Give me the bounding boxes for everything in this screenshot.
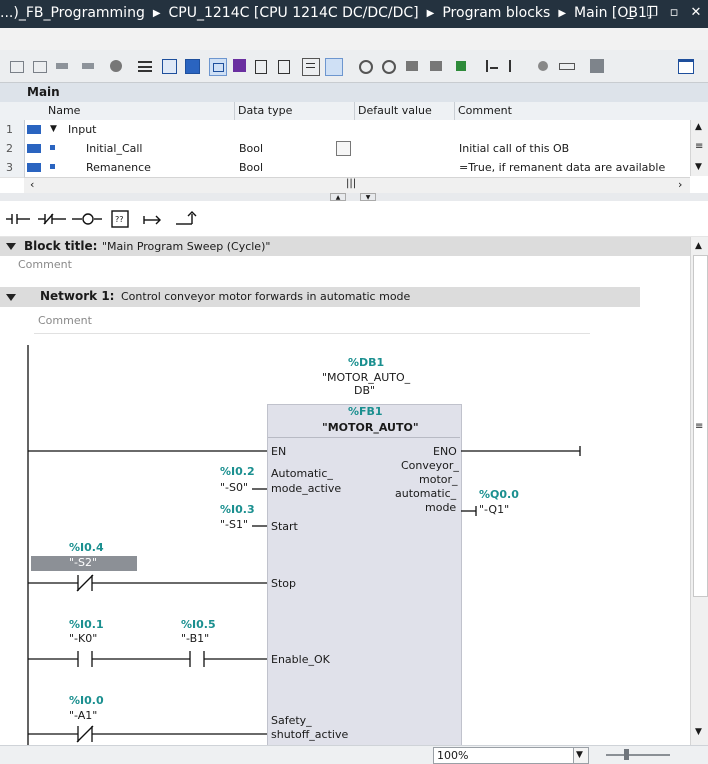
fb-name[interactable]: "MOTOR_AUTO" <box>322 421 419 434</box>
db-name-line1[interactable]: "MOTOR_AUTO_ <box>322 371 410 384</box>
pin-safety-line1: Safety_ <box>271 714 312 727</box>
operand-name[interactable]: "-S0" <box>220 481 248 494</box>
operand-name[interactable]: "-Q1" <box>479 503 509 516</box>
operand-address[interactable]: %I0.0 <box>69 694 104 707</box>
pin-safety-line2: shutoff_active <box>271 728 349 741</box>
pin-stop: Stop <box>271 577 297 590</box>
scroll-up-icon[interactable]: ▲ <box>695 241 702 251</box>
status-bar: 100% ▼ <box>0 745 708 764</box>
operand-address[interactable]: %I0.5 <box>181 618 216 631</box>
operand-name[interactable]: "-B1" <box>181 632 209 645</box>
fb-address: %FB1 <box>348 405 383 418</box>
db-address: %DB1 <box>348 356 385 369</box>
scroll-down-icon[interactable]: ▼ <box>695 727 702 737</box>
zoom-select[interactable]: 100% ▼ <box>433 747 589 764</box>
editor-vertical-scrollbar[interactable]: ▲ ≡ ▼ <box>690 237 708 745</box>
chevron-down-icon[interactable]: ▼ <box>573 748 588 763</box>
operand-name[interactable]: "-A1" <box>69 709 97 722</box>
contact-i04[interactable] <box>28 574 267 592</box>
operand-name[interactable]: "-S1" <box>220 518 248 531</box>
contact-i05[interactable] <box>189 651 267 667</box>
operand-address[interactable]: %I0.4 <box>69 541 104 554</box>
out-pin-line3: automatic_ <box>395 487 457 500</box>
fb-header-divider <box>268 437 460 438</box>
out-pin-line4: mode <box>425 501 457 514</box>
scroll-grip-icon[interactable]: ≡ <box>695 421 703 432</box>
pin-eno: ENO <box>433 445 457 458</box>
operand-address[interactable]: %I0.1 <box>69 618 104 631</box>
scroll-down-icon[interactable]: ▼ <box>695 162 702 172</box>
operand-address[interactable]: %Q0.0 <box>479 488 519 501</box>
pin-enable-ok: Enable_OK <box>271 653 330 666</box>
operand-name[interactable]: "-K0" <box>69 632 97 645</box>
out-pin-line1: Conveyor_ <box>401 459 459 472</box>
contact-i00[interactable] <box>28 725 267 743</box>
pin-en: EN <box>271 445 287 458</box>
zoom-value: 100% <box>437 749 469 762</box>
contact-i01[interactable] <box>28 651 190 667</box>
db-name-line2[interactable]: DB" <box>354 384 375 397</box>
zoom-slider-handle[interactable] <box>624 749 629 760</box>
scroll-thumb-icon[interactable]: ≡ <box>695 141 703 152</box>
pin-automatic-line1: Automatic_ <box>271 467 333 480</box>
operand-name[interactable]: "-S2" <box>69 556 97 569</box>
interface-vertical-scrollbar[interactable]: ▲ ≡ ▼ <box>690 120 708 176</box>
close-icon[interactable]: ✕ <box>688 5 704 21</box>
out-pin-line2: motor_ <box>419 473 458 486</box>
zoom-slider-track[interactable] <box>606 754 670 756</box>
pin-automatic-line2: mode_active <box>271 482 342 495</box>
scroll-up-icon[interactable]: ▲ <box>695 122 702 132</box>
operand-address[interactable]: %I0.2 <box>220 465 255 478</box>
pin-start: Start <box>271 520 298 533</box>
operand-address[interactable]: %I0.3 <box>220 503 255 516</box>
